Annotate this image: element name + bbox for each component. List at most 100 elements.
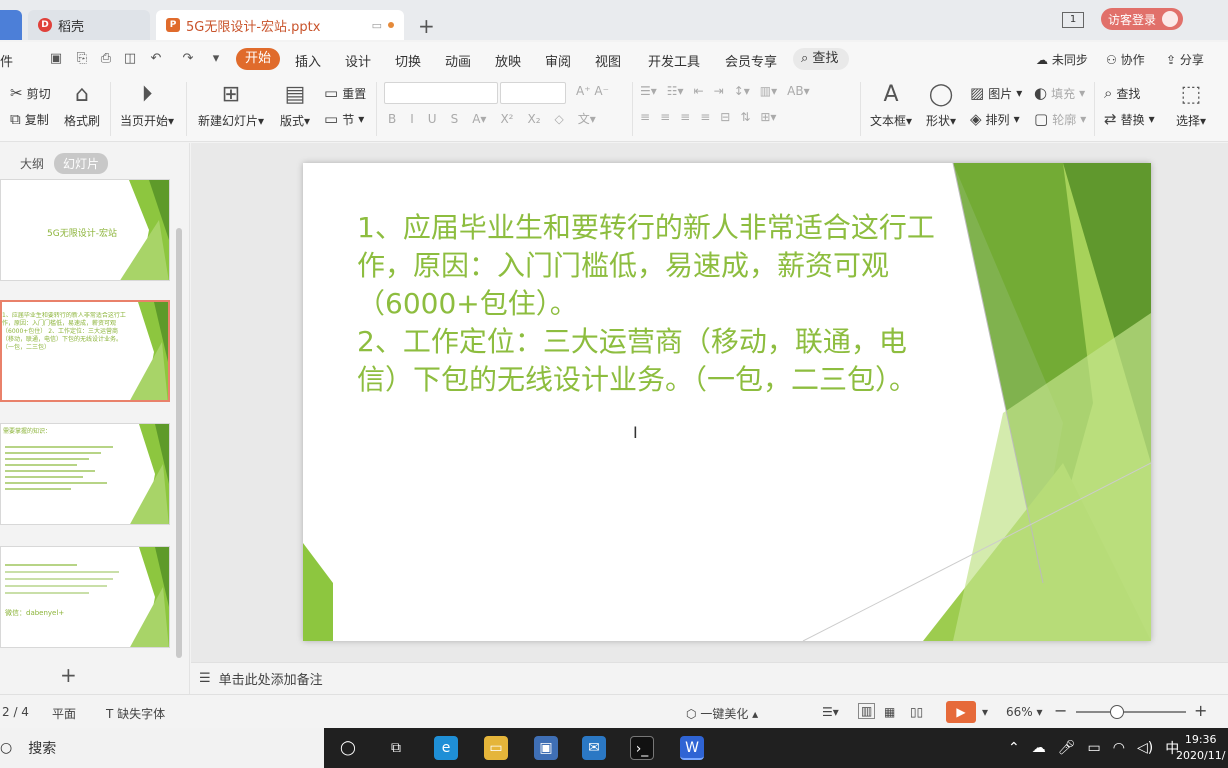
menu-transition[interactable]: 切换 <box>395 51 421 70</box>
tab-document[interactable]: P 5G无限设计-宏站.pptx ▭ <box>156 10 404 40</box>
play-from-current-button[interactable]: ⏵ 当页开始▾ <box>120 82 174 129</box>
zoom-slider[interactable] <box>1076 711 1186 713</box>
indent-decrease-icon[interactable]: ⇤ <box>694 84 704 98</box>
notes-bar[interactable]: ☰ 单击此处添加备注 <box>191 662 1228 694</box>
wps-office-icon[interactable]: W <box>680 736 704 760</box>
outline-button[interactable]: ▢ 轮廓 ▾ <box>1034 110 1086 128</box>
menu-file[interactable]: 件 <box>0 51 13 70</box>
menu-start[interactable]: 开始 <box>236 48 280 70</box>
underline-icon[interactable]: U <box>428 112 437 126</box>
font-grow-icon[interactable]: A⁺ A⁻ <box>576 84 609 98</box>
menu-slideshow[interactable]: 放映 <box>495 51 521 70</box>
strikethrough-icon[interactable]: S <box>451 112 459 126</box>
save-icon[interactable]: ▣ <box>48 51 64 67</box>
font-size-select[interactable] <box>500 82 566 104</box>
guest-login-button[interactable]: 访客登录 <box>1101 8 1183 30</box>
text-box-button[interactable]: A 文本框▾ <box>870 82 912 129</box>
volume-icon[interactable]: ◁) <box>1137 740 1153 756</box>
select-button[interactable]: ⬚ 选择▾ <box>1176 82 1206 129</box>
zoom-in-icon[interactable]: + <box>1194 701 1207 720</box>
sync-status[interactable]: ☁ 未同步 <box>1036 51 1088 68</box>
missing-font-button[interactable]: T 缺失字体 <box>106 705 165 722</box>
tab-slides[interactable]: 幻灯片 <box>54 153 109 174</box>
subscript-icon[interactable]: X₂ <box>527 112 540 126</box>
shape-button[interactable]: ◯ 形状▾ <box>926 82 956 129</box>
redo-icon[interactable]: ↷ <box>180 51 196 67</box>
mail-icon[interactable]: ✉ <box>582 736 606 760</box>
wifi-icon[interactable]: ◠ <box>1113 740 1125 756</box>
new-tab-icon[interactable]: + <box>418 14 435 38</box>
numbering-icon[interactable]: ☷▾ <box>667 84 684 98</box>
taskbar-clock[interactable]: 19:36 2020/11/ <box>1176 732 1225 764</box>
superscript-icon[interactable]: X² <box>500 112 513 126</box>
zoom-level[interactable]: 66% ▾ <box>1006 705 1043 719</box>
menu-animation[interactable]: 动画 <box>445 51 471 70</box>
menu-review[interactable]: 审阅 <box>545 51 571 70</box>
bullets-icon[interactable]: ☰▾ <box>640 84 657 98</box>
align-center-icon[interactable]: ≡ <box>660 110 670 124</box>
text-align-icon[interactable]: ⇅ <box>740 110 750 124</box>
taskbar-search[interactable]: ○ 搜索 <box>0 728 324 768</box>
cortana-icon[interactable]: ◯ <box>336 736 360 760</box>
search-command-button[interactable]: ⌕ 查找 <box>793 48 849 70</box>
task-view-icon[interactable]: ⧉ <box>384 736 408 760</box>
arrange-button[interactable]: ◈ 排列 ▾ <box>970 110 1020 128</box>
menu-insert[interactable]: 插入 <box>295 51 321 70</box>
terminal-icon[interactable]: ›_ <box>630 736 654 760</box>
distribute-icon[interactable]: ⊟ <box>720 110 730 124</box>
slide-thumbnail-2[interactable]: 1、应届毕业生和要转行的新人非常适合这行工作，原因：入门门槛低，易速成，薪资可观… <box>0 300 170 402</box>
clear-format-icon[interactable]: ◇ <box>555 112 564 126</box>
phonetic-icon[interactable]: 文▾ <box>578 110 596 127</box>
columns-icon[interactable]: ▥▾ <box>760 84 777 98</box>
window-mode-icon[interactable]: ▭ <box>372 19 382 32</box>
align-right-icon[interactable]: ≡ <box>680 110 690 124</box>
fill-button[interactable]: ◐ 填充 ▾ <box>1034 84 1085 102</box>
menu-developer[interactable]: 开发工具 <box>648 51 700 70</box>
panel-scrollbar[interactable] <box>176 228 182 658</box>
menu-view[interactable]: 视图 <box>595 51 621 70</box>
microphone-icon[interactable]: 🎤︎ <box>1058 740 1076 756</box>
play-slideshow-button[interactable]: ▶ <box>946 701 976 723</box>
font-color-icon[interactable]: A▾ <box>472 112 486 126</box>
align-left-icon[interactable]: ≡ <box>640 110 650 124</box>
italic-icon[interactable]: I <box>410 112 414 126</box>
section-button[interactable]: ▭ 节 ▾ <box>324 110 364 128</box>
copy-button[interactable]: ⧉ 复制 <box>10 110 49 128</box>
collaborate-button[interactable]: ⚇ 协作 <box>1106 51 1145 68</box>
line-spacing-icon[interactable]: ↕▾ <box>734 84 750 98</box>
zoom-out-icon[interactable]: − <box>1054 701 1067 720</box>
notes-toggle-icon[interactable]: ☰▾ <box>822 705 839 719</box>
tab-home[interactable] <box>0 10 22 40</box>
indent-increase-icon[interactable]: ⇥ <box>714 84 724 98</box>
tab-daoke[interactable]: D 稻壳 <box>28 10 150 40</box>
tab-outline[interactable]: 大纲 <box>20 155 44 172</box>
cloud-icon[interactable]: ☁ <box>1032 740 1046 756</box>
add-slide-icon[interactable]: + <box>60 663 77 687</box>
zoom-slider-handle[interactable] <box>1110 705 1124 719</box>
battery-icon[interactable]: ▭ <box>1088 740 1101 756</box>
text-direction-icon[interactable]: AB▾ <box>787 84 809 98</box>
theme-name[interactable]: 平面 <box>52 705 76 722</box>
bold-icon[interactable]: B <box>388 112 396 126</box>
reset-button[interactable]: ▭ 重置 <box>324 84 366 102</box>
slide-sorter-icon[interactable]: ▦ <box>884 705 895 719</box>
reading-view-icon[interactable]: ▯▯ <box>910 705 923 719</box>
find-button[interactable]: ⌕ 查找 <box>1104 84 1140 102</box>
slide-thumbnail-1[interactable]: 5G无限设计-宏站 <box>0 179 170 281</box>
print-icon[interactable]: ⎙ <box>98 51 114 67</box>
font-family-select[interactable] <box>384 82 498 104</box>
justify-icon[interactable]: ≡ <box>700 110 710 124</box>
play-dropdown-icon[interactable]: ▾ <box>982 705 988 719</box>
picture-button[interactable]: ▨ 图片 ▾ <box>970 84 1022 102</box>
current-slide[interactable]: 1、应届毕业生和要转行的新人非常适合这行工作，原因：入门门槛低，易速成，薪资可观… <box>303 163 1151 641</box>
normal-view-icon[interactable]: ▥ <box>858 703 876 719</box>
menu-design[interactable]: 设计 <box>345 51 371 70</box>
preview-icon[interactable]: ◫ <box>122 51 138 67</box>
undo-icon[interactable]: ↶ <box>148 51 164 67</box>
new-slide-button[interactable]: ⊞ 新建幻灯片▾ <box>198 82 264 129</box>
format-painter-button[interactable]: ⌂ 格式刷 <box>64 82 100 129</box>
slide-text-box[interactable]: 1、应届毕业生和要转行的新人非常适合这行工作，原因：入门门槛低，易速成，薪资可观… <box>357 209 947 399</box>
replace-button[interactable]: ⇄ 替换 ▾ <box>1104 110 1155 128</box>
menu-member[interactable]: 会员专享 <box>725 51 777 70</box>
store-icon[interactable]: ▣ <box>534 736 558 760</box>
